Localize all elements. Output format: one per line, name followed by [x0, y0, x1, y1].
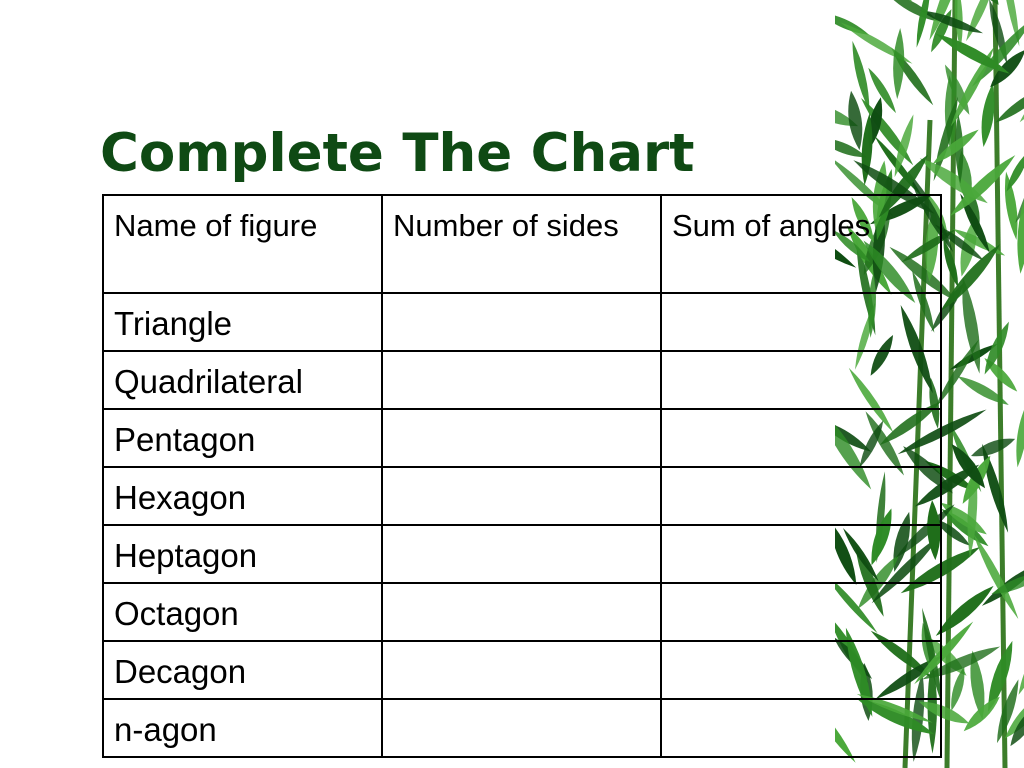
- figure-name-cell: Triangle: [102, 292, 383, 352]
- figure-name-cell: n-agon: [102, 698, 383, 758]
- table-row: Hexagon: [102, 466, 942, 526]
- number-of-sides-cell[interactable]: [381, 408, 662, 468]
- sum-of-angles-cell[interactable]: [660, 350, 942, 410]
- number-of-sides-cell[interactable]: [381, 292, 662, 352]
- table-row: Octagon: [102, 582, 942, 642]
- header-number-of-sides: Number of sides: [381, 194, 662, 294]
- page-title: Complete The Chart: [100, 123, 695, 184]
- sum-of-angles-cell[interactable]: [660, 524, 942, 584]
- table-header-row: Name of figure Number of sides Sum of an…: [102, 194, 942, 294]
- number-of-sides-cell[interactable]: [381, 524, 662, 584]
- table-row: Triangle: [102, 292, 942, 352]
- table-row: Pentagon: [102, 408, 942, 468]
- figure-name-cell: Pentagon: [102, 408, 383, 468]
- figure-name-cell: Hexagon: [102, 466, 383, 526]
- number-of-sides-cell[interactable]: [381, 582, 662, 642]
- sum-of-angles-cell[interactable]: [660, 640, 942, 700]
- figure-name-cell: Octagon: [102, 582, 383, 642]
- sum-of-angles-cell[interactable]: [660, 582, 942, 642]
- sum-of-angles-cell[interactable]: [660, 698, 942, 758]
- number-of-sides-cell[interactable]: [381, 698, 662, 758]
- table-row: n-agon: [102, 698, 942, 758]
- bamboo-leaf: [893, 27, 905, 100]
- table-row: Heptagon: [102, 524, 942, 584]
- bamboo-leaf: [982, 443, 1009, 533]
- bamboo-leaf: [971, 438, 1016, 457]
- figure-name-cell: Decagon: [102, 640, 383, 700]
- number-of-sides-cell[interactable]: [381, 350, 662, 410]
- sum-of-angles-cell[interactable]: [660, 292, 942, 352]
- sum-of-angles-cell[interactable]: [660, 408, 942, 468]
- slide: Complete The Chart Name of figure Number…: [0, 0, 1024, 768]
- sum-of-angles-cell[interactable]: [660, 466, 942, 526]
- header-sum-of-angles: Sum of angles: [660, 194, 942, 294]
- header-name-of-figure: Name of figure: [102, 194, 383, 294]
- table-row: Quadrilateral: [102, 350, 942, 410]
- angle-chart-table: Name of figure Number of sides Sum of an…: [102, 194, 942, 758]
- figure-name-cell: Heptagon: [102, 524, 383, 584]
- number-of-sides-cell[interactable]: [381, 640, 662, 700]
- table-row: Decagon: [102, 640, 942, 700]
- number-of-sides-cell[interactable]: [381, 466, 662, 526]
- figure-name-cell: Quadrilateral: [102, 350, 383, 410]
- bamboo-leaf: [1016, 404, 1024, 468]
